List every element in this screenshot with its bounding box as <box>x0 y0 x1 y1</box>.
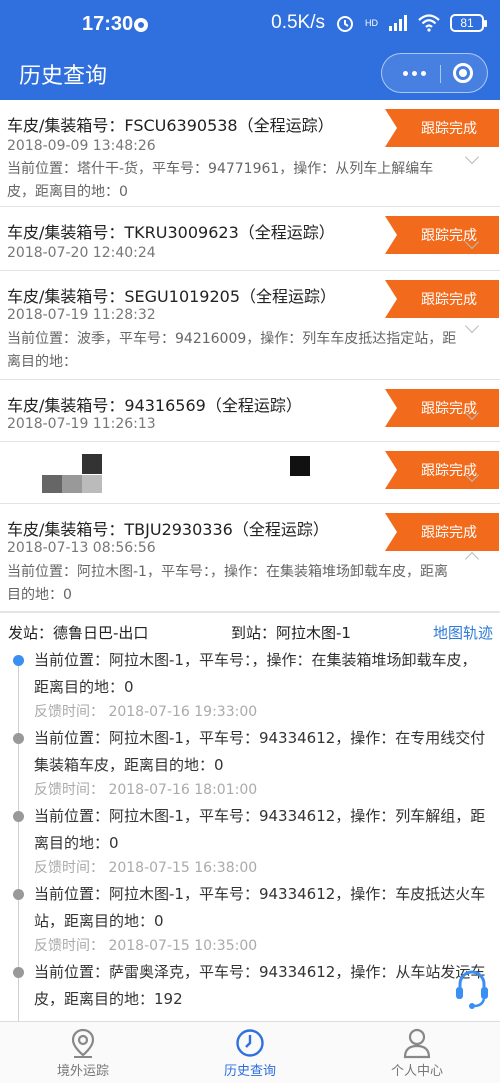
timeline-dot <box>13 889 24 900</box>
tab-history-query[interactable]: 历史查询 <box>180 1022 320 1083</box>
feedback-time: 反馈时间： 2018-07-15 16:38:00 <box>34 860 258 876</box>
expand-chevron-icon[interactable] <box>464 149 480 165</box>
collapse-chevron-icon[interactable] <box>464 551 480 567</box>
tab-overseas-tracking[interactable]: 境外运踪 <box>13 1022 153 1083</box>
record-date: 2018-07-20 12:40:24 <box>7 245 156 261</box>
net-speed: 0.5K/s <box>271 12 325 33</box>
track-complete-button[interactable]: 跟踪完成 <box>385 513 499 551</box>
record-info: 当前位置：塔什干-货，平车号：94771961，操作：从列车上解编车皮，距离目的… <box>7 161 434 200</box>
record-date: 2018-09-09 13:48:26 <box>7 138 156 154</box>
status-time: 17:30 <box>82 13 134 35</box>
signal-icon <box>389 15 407 31</box>
status-bar: 17:30 0.5K/s HD 81 <box>0 0 500 48</box>
timeline-text: 当前位置：萨雷奥泽克，平车号：94334612，操作：从车站发运车皮，距离目的地… <box>34 963 486 1008</box>
customer-service-icon[interactable] <box>452 966 492 1012</box>
hd-label: HD <box>365 18 378 28</box>
more-icon[interactable] <box>392 54 436 92</box>
close-mini-program-icon[interactable] <box>453 63 473 83</box>
timeline-current-dot <box>13 655 24 666</box>
record-date: 2018-07-19 11:26:13 <box>7 416 156 432</box>
record-card[interactable]: 车皮/集装箱号：TKRU3009623（全程运踪） 2018-07-20 12:… <box>0 207 500 271</box>
clock-icon <box>236 1029 264 1057</box>
timeline-text: 当前位置：阿拉木图-1，平车号：94334612，操作：在专用线交付集装箱车皮，… <box>34 729 486 774</box>
feedback-time: 反馈时间： 2018-07-15 10:35:00 <box>34 938 258 954</box>
app-header: 历史查询 <box>0 48 500 100</box>
recording-icon <box>134 18 148 32</box>
tab-label: 历史查询 <box>223 1064 276 1079</box>
track-complete-button[interactable]: 跟踪完成 <box>385 451 499 489</box>
departure-station: 发站：德鲁日巴-出口 <box>8 624 149 642</box>
record-card-expanded[interactable]: 车皮/集装箱号：TBJU2930336（全程运踪） 2018-07-13 08:… <box>0 504 500 612</box>
timeline-dot <box>13 733 24 744</box>
record-card[interactable]: 车皮/集装箱号：94316569（全程运踪） 2018-07-19 11:26:… <box>0 380 500 442</box>
bottom-tab-bar: 境外运踪 历史查询 个人中心 <box>0 1021 500 1083</box>
tab-label: 境外运踪 <box>56 1064 109 1079</box>
track-complete-button[interactable]: 跟踪完成 <box>385 389 499 427</box>
history-list[interactable]: 车皮/集装箱号：FSCU6390538（全程运踪） 2018-09-09 13:… <box>0 100 500 1021</box>
timeline-dot <box>13 967 24 978</box>
timeline-text: 当前位置：阿拉木图-1，平车号：94334612，操作：列车解组，距离目的地：0 <box>34 807 486 852</box>
arrival-station: 到站：阿拉木图-1 <box>231 624 351 642</box>
record-title: 车皮/集装箱号：SEGU1019205（全程运踪） <box>7 287 337 306</box>
record-card[interactable]: 车皮/集装箱号：SEGU1019205（全程运踪） 2018-07-19 11:… <box>0 271 500 380</box>
feedback-time: 反馈时间： 2018-07-16 18:01:00 <box>34 782 258 798</box>
timeline-text: 当前位置：阿拉木图-1，平车号：，操作：在集装箱堆场卸载车皮，距离目的地：0 <box>34 651 477 696</box>
tracking-timeline: 当前位置：阿拉木图-1，平车号：，操作：在集装箱堆场卸载车皮，距离目的地：0 反… <box>0 650 500 1021</box>
record-title: 车皮/集装箱号：TBJU2930336（全程运踪） <box>7 520 329 539</box>
capsule-divider <box>440 65 441 83</box>
record-title: 车皮/集装箱号：FSCU6390538（全程运踪） <box>7 116 334 135</box>
mosaic-block <box>62 475 82 493</box>
tab-personal-center[interactable]: 个人中心 <box>347 1022 487 1083</box>
feedback-time: 反馈时间： 2018-07-16 19:33:00 <box>34 704 258 720</box>
record-date: 2018-07-13 08:56:56 <box>7 540 156 556</box>
mini-program-capsule <box>381 53 488 93</box>
track-complete-button[interactable]: 跟踪完成 <box>385 216 499 254</box>
page-title: 历史查询 <box>19 64 108 89</box>
battery-icon: 81 <box>450 14 487 32</box>
alarm-icon <box>337 16 353 32</box>
person-icon <box>403 1028 431 1059</box>
record-title: 车皮/集装箱号：TKRU3009623（全程运踪） <box>7 223 335 242</box>
record-info: 当前位置：波季，平车号：94216009，操作：列车车皮抵达指定站，距离目的地： <box>7 331 457 370</box>
mosaic-block <box>82 475 102 493</box>
expand-chevron-icon[interactable] <box>464 318 480 334</box>
map-track-link[interactable]: 地图轨迹 <box>433 622 493 643</box>
station-row: 发站：德鲁日巴-出口 到站：阿拉木图-1 地图轨迹 <box>0 612 500 650</box>
record-info: 当前位置：阿拉木图-1，平车号：，操作：在集装箱堆场卸载车皮，距离目的地：0 <box>7 564 448 603</box>
record-card-obscured[interactable]: 跟踪完成 <box>0 442 500 504</box>
track-complete-button[interactable]: 跟踪完成 <box>385 109 499 147</box>
mosaic-block <box>290 456 310 476</box>
status-right: 0.5K/s HD 81 <box>271 12 487 34</box>
mosaic-block <box>82 454 102 474</box>
record-title: 车皮/集装箱号：94316569（全程运踪） <box>7 396 302 415</box>
timeline-text: 当前位置：阿拉木图-1，平车号：94334612，操作：车皮抵达火车站，距离目的… <box>34 885 486 930</box>
tab-label: 个人中心 <box>390 1064 443 1079</box>
wifi-icon <box>418 14 440 32</box>
record-card[interactable]: 车皮/集装箱号：FSCU6390538（全程运踪） 2018-09-09 13:… <box>0 100 500 207</box>
mosaic-block <box>42 475 62 493</box>
record-date: 2018-07-19 11:28:32 <box>7 307 156 323</box>
location-pin-icon <box>71 1028 95 1058</box>
timeline-dot <box>13 811 24 822</box>
track-complete-button[interactable]: 跟踪完成 <box>385 280 499 318</box>
